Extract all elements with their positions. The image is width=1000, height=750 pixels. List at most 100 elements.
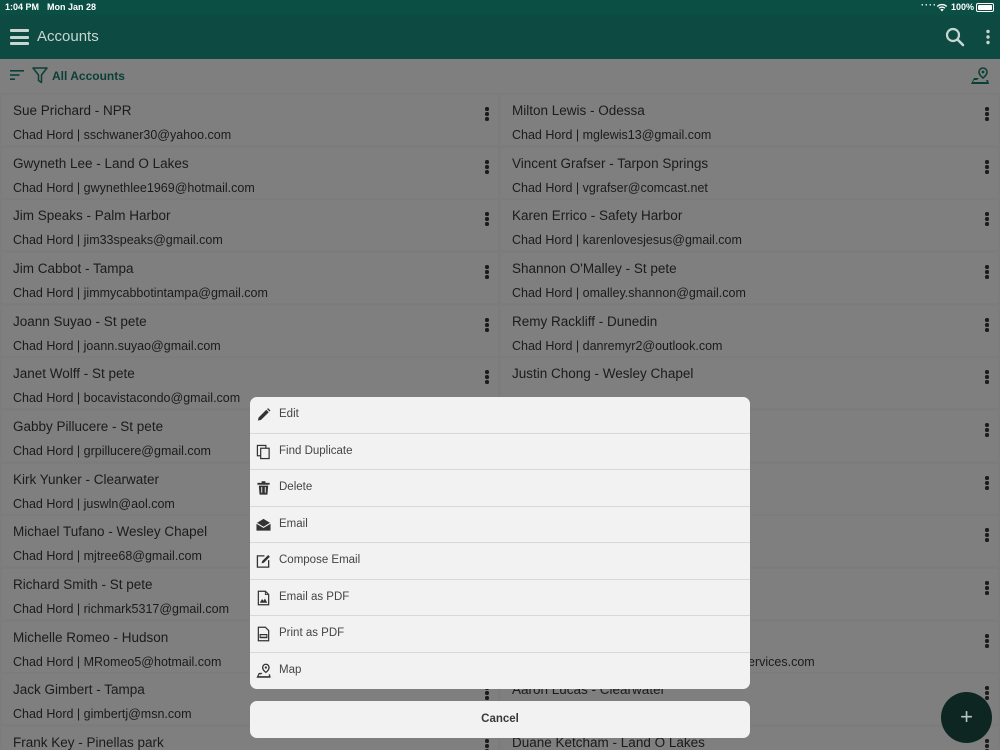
action-label: Delete bbox=[279, 481, 313, 493]
more-options-icon[interactable] bbox=[985, 107, 989, 121]
filter-icon[interactable] bbox=[32, 67, 48, 84]
account-detail: Chad Hord | mglewis13@gmail.com bbox=[512, 128, 712, 142]
more-options-icon[interactable] bbox=[485, 160, 489, 174]
list-item[interactable]: Milton Lewis - Odessa Chad Hord | mglewi… bbox=[501, 95, 998, 145]
account-detail: Chad Hord | omalley.shannon@gmail.com bbox=[512, 286, 746, 300]
trash-icon bbox=[257, 481, 270, 495]
pdf-print-icon bbox=[257, 626, 270, 642]
add-account-button[interactable]: + bbox=[941, 692, 992, 743]
account-name: Kirk Yunker - Clearwater bbox=[13, 472, 160, 487]
more-options-icon[interactable] bbox=[485, 107, 489, 121]
account-detail: ervices.com bbox=[748, 655, 815, 669]
page-title: Accounts bbox=[37, 28, 99, 45]
action-delete[interactable]: Delete bbox=[250, 470, 750, 507]
account-name: Justin Chong - Wesley Chapel bbox=[512, 366, 694, 381]
battery-percent: 100% bbox=[951, 2, 975, 12]
pencil-icon bbox=[257, 408, 271, 421]
account-name: Joann Suyao - St pete bbox=[13, 314, 147, 329]
list-item[interactable]: Vincent Grafser - Tarpon Springs Chad Ho… bbox=[501, 148, 998, 198]
more-options-icon[interactable] bbox=[985, 739, 989, 750]
account-detail: Chad Hord | MRomeo5@hotmail.com bbox=[13, 655, 222, 669]
account-detail: Chad Hord | gimbertj@msn.com bbox=[13, 707, 192, 721]
app-bar: Accounts bbox=[0, 15, 1000, 59]
pdf-file-icon bbox=[257, 590, 270, 605]
sort-icon[interactable] bbox=[10, 69, 24, 81]
more-options-icon[interactable] bbox=[485, 212, 489, 226]
action-email[interactable]: Email bbox=[250, 507, 750, 543]
status-time: 1:04 PM bbox=[5, 2, 40, 12]
account-name: Richard Smith - St pete bbox=[13, 577, 153, 592]
account-detail: Chad Hord | joann.suyao@gmail.com bbox=[13, 339, 221, 353]
action-edit[interactable]: Edit bbox=[250, 397, 750, 434]
account-name: Jim Speaks - Palm Harbor bbox=[13, 208, 171, 223]
account-detail: Chad Hord | juswln@aol.com bbox=[13, 497, 175, 511]
action-label: Print as PDF bbox=[279, 627, 345, 639]
account-detail: Chad Hord | karenlovesjesus@gmail.com bbox=[512, 233, 742, 247]
signal-dots-icon: ···· bbox=[921, 0, 937, 10]
account-name: Milton Lewis - Odessa bbox=[512, 103, 645, 118]
action-label: Edit bbox=[279, 408, 299, 420]
more-options-icon[interactable] bbox=[985, 581, 989, 595]
more-options-icon[interactable] bbox=[985, 476, 989, 490]
more-options-icon[interactable] bbox=[985, 29, 991, 45]
more-options-icon[interactable] bbox=[985, 634, 989, 648]
status-date: Mon Jan 28 bbox=[47, 2, 97, 12]
list-item[interactable]: Sue Prichard - NPR Chad Hord | sschwaner… bbox=[2, 95, 498, 145]
map-marker-icon bbox=[256, 663, 271, 678]
search-icon[interactable] bbox=[945, 27, 965, 47]
action-sheet: Edit Find Duplicate Delete Email Compose… bbox=[250, 397, 750, 689]
list-item[interactable]: Joann Suyao - St pete Chad Hord | joann.… bbox=[2, 306, 498, 356]
account-detail: Chad Hord | danremyr2@outlook.com bbox=[512, 339, 723, 353]
more-options-icon[interactable] bbox=[985, 318, 989, 332]
copy-icon bbox=[256, 444, 270, 459]
account-name: Jim Cabbot - Tampa bbox=[13, 261, 134, 276]
account-name: Shannon O'Malley - St pete bbox=[512, 261, 677, 276]
list-item[interactable]: Jim Cabbot - Tampa Chad Hord | jimmycabb… bbox=[2, 253, 498, 303]
action-compose-email[interactable]: Compose Email bbox=[250, 543, 750, 580]
compose-icon bbox=[256, 555, 270, 568]
more-options-icon[interactable] bbox=[485, 318, 489, 332]
action-label: Map bbox=[279, 663, 302, 676]
filter-label[interactable]: All Accounts bbox=[52, 69, 125, 83]
more-options-icon[interactable] bbox=[485, 370, 489, 384]
hamburger-icon[interactable] bbox=[10, 29, 29, 45]
action-find-duplicate[interactable]: Find Duplicate bbox=[250, 434, 750, 470]
action-email-as-pdf[interactable]: Email as PDF bbox=[250, 580, 750, 616]
cancel-label: Cancel bbox=[481, 713, 519, 725]
account-detail: Chad Hord | gwynethlee1969@hotmail.com bbox=[13, 181, 255, 195]
more-options-icon[interactable] bbox=[485, 739, 489, 750]
more-options-icon[interactable] bbox=[985, 160, 989, 174]
more-options-icon[interactable] bbox=[985, 265, 989, 279]
list-item[interactable]: Shannon O'Malley - St pete Chad Hord | o… bbox=[501, 253, 998, 303]
account-name: Sue Prichard - NPR bbox=[13, 103, 132, 118]
account-detail: Chad Hord | mjtree68@gmail.com bbox=[13, 549, 202, 563]
list-item[interactable]: Jim Speaks - Palm Harbor Chad Hord | jim… bbox=[2, 200, 498, 250]
list-item[interactable]: Remy Rackliff - Dunedin Chad Hord | danr… bbox=[501, 306, 998, 356]
wifi-icon bbox=[936, 3, 948, 12]
action-print-as-pdf[interactable]: Print as PDF bbox=[250, 616, 750, 653]
more-options-icon[interactable] bbox=[985, 370, 989, 384]
account-detail: Chad Hord | richmark5317@gmail.com bbox=[13, 602, 230, 616]
account-detail: Chad Hord | sschwaner30@yahoo.com bbox=[13, 128, 232, 142]
more-options-icon[interactable] bbox=[985, 686, 989, 700]
list-item[interactable]: Gwyneth Lee - Land O Lakes Chad Hord | g… bbox=[2, 148, 498, 198]
filter-bar: All Accounts bbox=[0, 59, 1000, 93]
account-detail: Chad Hord | vgrafser@comcast.net bbox=[512, 181, 708, 195]
action-label: Email as PDF bbox=[279, 590, 350, 603]
account-name: Gabby Pillucere - St pete bbox=[13, 419, 164, 434]
map-marker-icon[interactable] bbox=[970, 67, 990, 85]
cancel-button[interactable]: Cancel bbox=[250, 701, 750, 738]
account-name: Remy Rackliff - Dunedin bbox=[512, 314, 658, 329]
more-options-icon[interactable] bbox=[985, 212, 989, 226]
plus-icon: + bbox=[960, 704, 973, 729]
action-map[interactable]: Map bbox=[250, 653, 750, 690]
more-options-icon[interactable] bbox=[985, 423, 989, 437]
account-name: Karen Errico - Safety Harbor bbox=[512, 208, 683, 223]
more-options-icon[interactable] bbox=[985, 528, 989, 542]
account-name: Frank Key - Pinellas park bbox=[13, 735, 164, 750]
envelope-icon bbox=[256, 518, 271, 531]
list-item[interactable]: Karen Errico - Safety Harbor Chad Hord |… bbox=[501, 200, 998, 250]
account-name: Vincent Grafser - Tarpon Springs bbox=[512, 156, 709, 171]
more-options-icon[interactable] bbox=[485, 265, 489, 279]
account-name: Michelle Romeo - Hudson bbox=[13, 630, 169, 645]
